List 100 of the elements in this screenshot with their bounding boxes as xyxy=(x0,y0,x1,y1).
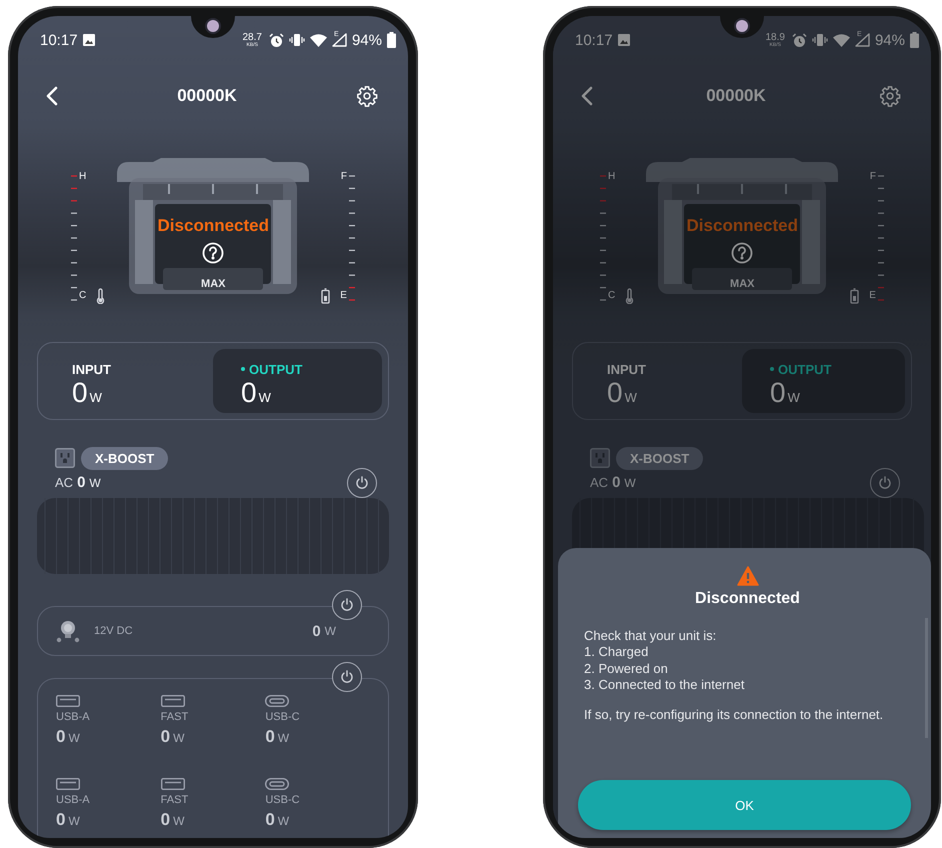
port-label: FAST xyxy=(160,794,190,806)
dialog-message: Check that your unit is: 1. Charged 2. Powered on 3. Connected to the internet xyxy=(584,628,746,693)
scale-label: H xyxy=(608,172,616,182)
help-icon[interactable] xyxy=(202,242,224,264)
clock: 10:17 xyxy=(575,32,613,48)
wifi-icon xyxy=(832,34,850,46)
wifi-icon xyxy=(310,34,327,46)
image-icon xyxy=(82,34,95,46)
scale-label: H xyxy=(79,172,86,182)
device-title: 00000K xyxy=(177,86,237,106)
usb-c-port-icon xyxy=(265,695,290,707)
scale-label: E xyxy=(340,291,347,301)
power-icon xyxy=(878,476,892,490)
flow-label: INPUT xyxy=(72,362,111,376)
network-speed: 28.7 xyxy=(242,32,262,42)
dialog-message: If so, try re-configuring its connection to the internet. xyxy=(584,707,884,724)
flow-watts: 0 xyxy=(607,376,623,408)
flow-watts: 0 xyxy=(72,376,88,408)
usb-a-port-icon xyxy=(160,695,185,707)
flow-watts: 0 xyxy=(241,376,257,408)
usb-a-port-icon xyxy=(56,778,80,790)
boost-badge: X-BOOST xyxy=(81,446,168,470)
ok-button[interactable]: OK xyxy=(578,780,911,830)
watt-unit: W xyxy=(624,476,636,490)
port-label: FAST xyxy=(160,711,190,723)
watt-unit: W xyxy=(278,814,290,828)
scale-label: F xyxy=(340,172,347,182)
port-watts: 0 xyxy=(265,727,275,746)
power-icon xyxy=(340,670,354,684)
port-label: USB-C xyxy=(265,711,301,723)
signal-icon xyxy=(332,33,347,47)
scale-label: C xyxy=(608,291,616,301)
scale-label: E xyxy=(869,291,876,301)
device-title: 00000K xyxy=(706,86,766,106)
ac-label: AC xyxy=(55,474,74,490)
battery-percent: 94% xyxy=(874,32,905,48)
battery-icon xyxy=(910,32,919,48)
outlet-icon xyxy=(55,448,75,468)
watt-unit: W xyxy=(788,390,800,404)
power-button[interactable] xyxy=(332,590,362,620)
watt-unit: W xyxy=(68,814,80,828)
port-watts: 0 xyxy=(160,810,170,828)
flow-tab[interactable]: OUTPUT 0 W xyxy=(742,349,905,413)
scale-label: F xyxy=(870,172,876,182)
back-icon xyxy=(581,86,593,106)
ac-watts: 0 xyxy=(77,474,86,490)
flow-tab[interactable]: INPUT 0 W xyxy=(44,349,213,413)
port-watts: 0 xyxy=(56,727,66,746)
settings-icon xyxy=(356,85,378,107)
usb-c-port-icon xyxy=(265,778,290,790)
alarm-icon xyxy=(792,32,807,48)
dialog-title: Disconnected xyxy=(695,590,800,608)
watt-unit: W xyxy=(173,814,184,828)
power-button[interactable] xyxy=(870,468,900,498)
dc-watts: 0 xyxy=(312,622,321,640)
battery-level-icon xyxy=(321,288,330,304)
power-button[interactable] xyxy=(347,468,377,498)
power-icon xyxy=(340,598,354,612)
port-watts: 0 xyxy=(56,810,66,828)
vibrate-icon xyxy=(812,33,828,47)
outlet-icon xyxy=(590,448,610,468)
back-icon xyxy=(46,86,58,106)
network-speed: 18.9 xyxy=(766,32,785,42)
ac-watts: 0 xyxy=(612,474,620,490)
watt-unit: W xyxy=(89,476,101,490)
battery-percent: 94% xyxy=(352,32,382,48)
alarm-icon xyxy=(268,32,284,48)
port-watts: 0 xyxy=(160,727,170,746)
power-button[interactable] xyxy=(332,662,362,692)
port-watts: 0 xyxy=(265,810,275,828)
flow-tab[interactable]: INPUT 0 W xyxy=(579,349,742,413)
scale-label: C xyxy=(79,291,86,301)
flow-tab[interactable]: OUTPUT 0 W xyxy=(213,349,382,413)
camera-icon xyxy=(736,20,748,32)
watt-unit: W xyxy=(173,731,184,745)
battery-icon xyxy=(387,32,396,48)
mode-label: MAX xyxy=(201,278,226,290)
camera-icon xyxy=(207,20,219,32)
dc-label: 12V DC xyxy=(94,625,134,637)
image-icon xyxy=(618,34,630,46)
watt-unit: W xyxy=(258,390,271,404)
usb-a-port-icon xyxy=(160,778,185,790)
watt-unit: W xyxy=(278,731,290,745)
signal-icon xyxy=(854,33,870,47)
warning-icon xyxy=(736,566,758,586)
flow-label: OUTPUT xyxy=(249,362,302,376)
power-icon xyxy=(355,476,369,490)
port-label: USB-A xyxy=(56,794,91,806)
boost-badge: X-BOOST xyxy=(616,446,704,470)
usb-a-port-icon xyxy=(56,695,80,707)
connection-status: Disconnected xyxy=(686,216,798,236)
flow-label: OUTPUT xyxy=(778,362,832,376)
car-socket-icon xyxy=(56,619,80,643)
watt-unit: W xyxy=(90,390,102,404)
battery-level-icon xyxy=(850,288,860,304)
port-label: USB-C xyxy=(265,794,301,806)
vibrate-icon xyxy=(288,33,305,47)
settings-icon xyxy=(879,85,901,107)
port-label: USB-A xyxy=(56,711,91,723)
thermometer-icon xyxy=(625,288,634,304)
